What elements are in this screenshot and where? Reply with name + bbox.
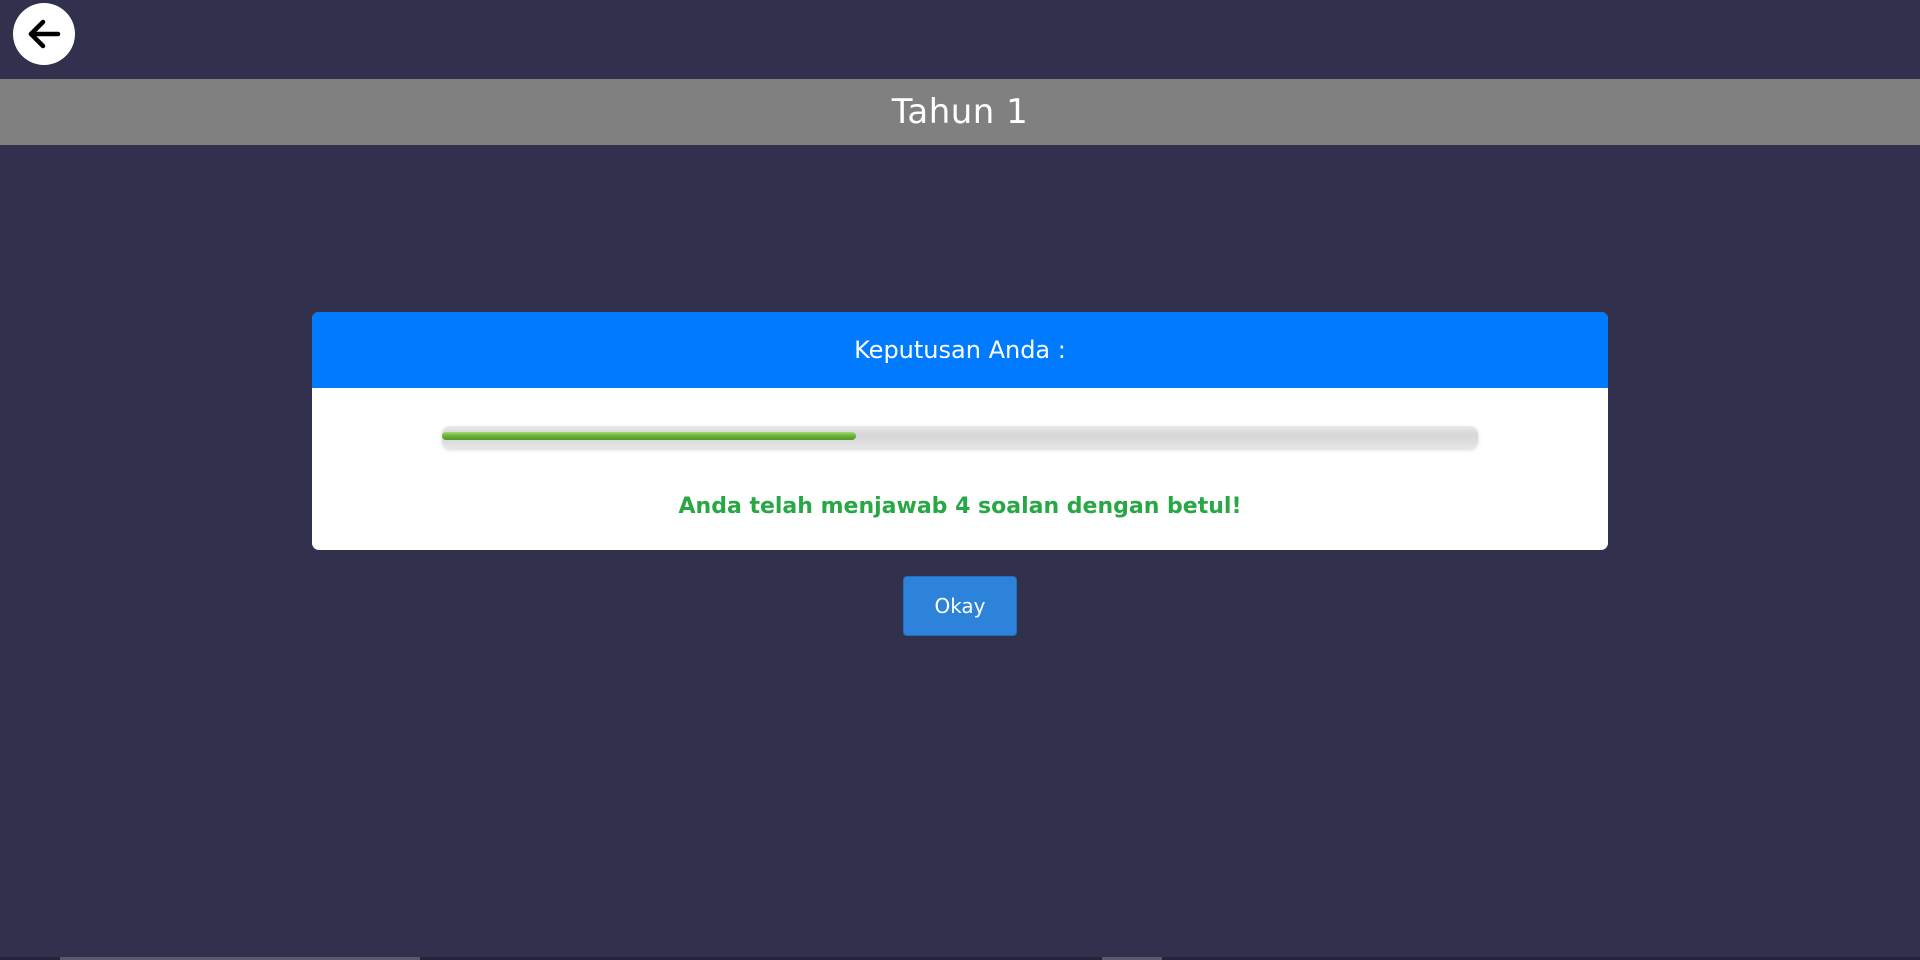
result-card-header: Keputusan Anda : <box>312 312 1608 388</box>
quiz-result-page: Tahun 1 Keputusan Anda : Anda telah menj… <box>0 0 1920 960</box>
title-bar: Tahun 1 <box>0 79 1920 145</box>
okay-button[interactable]: Okay <box>903 576 1017 636</box>
result-message: Anda telah menjawab 4 soalan dengan betu… <box>678 494 1242 519</box>
score-progress-bar <box>442 426 1478 448</box>
result-heading: Keputusan Anda : <box>854 336 1066 364</box>
result-card: Keputusan Anda : Anda telah menjawab 4 s… <box>312 312 1608 550</box>
score-progress-fill <box>442 432 857 440</box>
page-title: Tahun 1 <box>891 92 1029 132</box>
back-button[interactable] <box>13 3 75 65</box>
arrow-left-icon <box>28 19 61 49</box>
